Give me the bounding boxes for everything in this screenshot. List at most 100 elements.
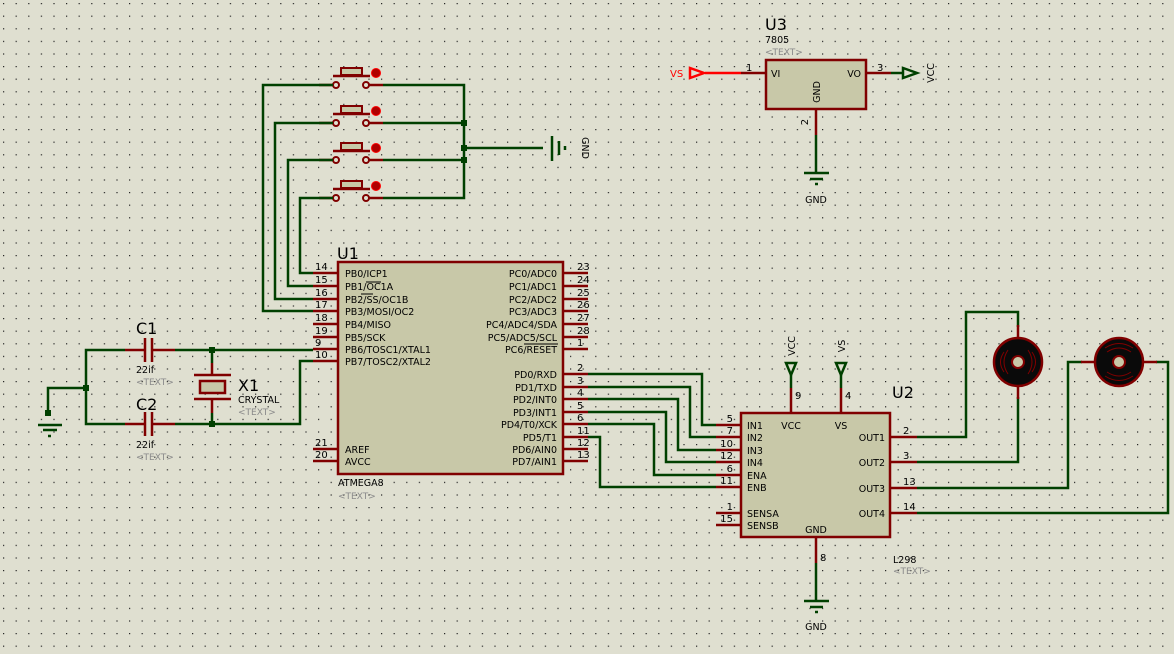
pin-number: 24 (577, 275, 590, 286)
pin-number: 12 (577, 438, 590, 449)
c1-text: <TEXT> (136, 378, 174, 388)
pin-label: PD2/INT0 (513, 395, 557, 406)
pin-number: 18 (315, 313, 328, 324)
pin-label: IN3 (747, 446, 763, 457)
pin-number: 1 (727, 502, 733, 513)
pin-number: 7 (727, 426, 733, 437)
c1-ref: C1 (136, 319, 157, 338)
u3-text: <TEXT> (765, 48, 803, 58)
u1-part: ATMEGA8 (338, 478, 384, 489)
pin-number: 17 (315, 300, 328, 311)
pin-number: 13 (903, 477, 916, 488)
u2-pin-vs: VS (835, 421, 848, 432)
c2-text: <TEXT> (136, 453, 174, 463)
pin-number: 25 (577, 288, 590, 299)
pin-number: 2 (903, 426, 909, 437)
pin-label: SENSB (747, 521, 779, 532)
vcc-terminal-label: VCC (926, 63, 937, 83)
pin-number: 4 (577, 388, 583, 399)
pin-number: 1 (577, 338, 583, 349)
c1-value: 22if (136, 365, 155, 376)
pin-label: AVCC (345, 457, 371, 468)
pin-label: PB0/ICP1 (345, 269, 388, 280)
pin-number: 3 (903, 451, 909, 462)
u3-ref: U3 (765, 15, 787, 34)
pin-label: OUT4 (859, 509, 885, 520)
pin-number: 3 (877, 63, 883, 74)
pin-label: PC6/RESET (505, 345, 557, 356)
pin-number: 20 (315, 450, 328, 461)
pin-label: PB1/OC1A (345, 282, 394, 293)
pin-label: PB3/MOSI/OC2 (345, 307, 414, 318)
u2-ref: U2 (892, 383, 914, 402)
pin-number: 14 (903, 502, 916, 513)
pin-number: 26 (577, 300, 590, 311)
x1-text: <TEXT> (238, 408, 276, 418)
pin-number: 13 (577, 450, 590, 461)
pin-number: 5 (727, 414, 733, 425)
pin-label: PC4/ADC4/SDA (486, 320, 557, 331)
pin-label: PD6/AIN0 (512, 445, 557, 456)
pin-label: OUT1 (859, 433, 885, 444)
u2-pin-vcc: VCC (781, 421, 801, 432)
u1-text: <TEXT> (338, 492, 376, 502)
u1-ref: U1 (337, 244, 359, 263)
gnd-label: GND (805, 622, 827, 633)
u1-atmega8[interactable]: U1 ATMEGA8 <TEXT> 14PB0/ICP115PB1/OC1A16… (313, 244, 590, 502)
pin-label: PB7/TOSC2/XTAL2 (345, 357, 431, 368)
pin-label: ENB (747, 483, 767, 494)
u2-text: <TEXT> (893, 567, 931, 577)
pin-label: OUT2 (859, 458, 885, 469)
pin-label: IN2 (747, 433, 763, 444)
pin-number: 9 (795, 391, 801, 402)
pin-label: PC5/ADC5/SCL (488, 333, 558, 344)
pin-label: OUT3 (859, 484, 885, 495)
pin-label: PD4/T0/XCK (501, 420, 558, 431)
pin-number: 3 (577, 376, 583, 387)
u2-pin-gnd: GND (805, 525, 827, 536)
pin-label: PC0/ADC0 (509, 269, 557, 280)
pin-number: 11 (577, 426, 590, 437)
pin-label: IN1 (747, 421, 763, 432)
pin-number: 10 (720, 439, 733, 450)
pin-number: 12 (720, 451, 733, 462)
c2-value: 22if (136, 440, 155, 451)
pin-label: PD3/INT1 (513, 408, 557, 419)
pin-number: 6 (577, 413, 583, 424)
pin-label: PB2/SS/OC1B (345, 295, 408, 306)
pin-label: PB6/TOSC1/XTAL1 (345, 345, 431, 356)
pin-number: 1 (746, 63, 752, 74)
pin-label: PC2/ADC2 (509, 295, 557, 306)
pin-number: 19 (315, 326, 328, 337)
vcc-terminal-label: VCC (787, 336, 798, 356)
actuator-icon[interactable] (371, 68, 381, 78)
pin-label: PC1/ADC1 (509, 282, 557, 293)
pin-number: 14 (315, 262, 328, 273)
c2-ref: C2 (136, 395, 157, 414)
u2-part: L298 (893, 555, 916, 566)
actuator-icon[interactable] (371, 143, 381, 153)
actuator-icon[interactable] (371, 106, 381, 116)
u3-pin-gnd: GND (812, 81, 823, 103)
pin-label: PD7/AIN1 (512, 457, 557, 468)
gnd-label: GND (805, 195, 827, 206)
actuator-icon[interactable] (371, 181, 381, 191)
pin-number: 11 (720, 476, 733, 487)
pin-label: SENSA (747, 509, 779, 520)
pin-label: ENA (747, 471, 767, 482)
u3-pin-vi: VI (771, 69, 780, 80)
pin-number: 2 (800, 119, 811, 125)
vs-terminal-label: VS (837, 340, 848, 353)
pin-number: 6 (727, 464, 733, 475)
pin-number: 28 (577, 326, 590, 337)
pin-label: PD1/TXD (515, 383, 557, 394)
pin-number: 5 (577, 401, 583, 412)
pin-number: 15 (720, 514, 733, 525)
pin-label: PC3/ADC3 (509, 307, 557, 318)
pin-number: 21 (315, 438, 328, 449)
u3-pin-vo: VO (847, 69, 861, 80)
pin-label: PB5/SCK (345, 333, 386, 344)
pin-label: IN4 (747, 458, 763, 469)
pin-number: 4 (845, 391, 851, 402)
schematic-canvas[interactable]: GND VS VCC GND U3 7805 <TEXT> VI VO GND … (0, 0, 1174, 654)
